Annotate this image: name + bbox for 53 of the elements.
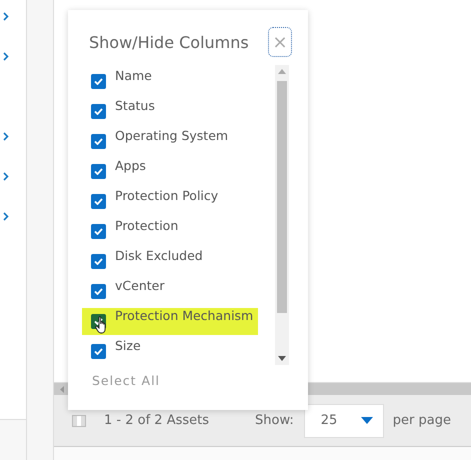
page-size-dropdown[interactable]: 25 (304, 404, 384, 438)
checkmark-icon (94, 348, 103, 355)
column-option[interactable]: Disk Excluded (82, 248, 258, 275)
chevron-right-icon[interactable] (3, 212, 9, 221)
column-option[interactable]: Operating System (82, 128, 258, 155)
column-label: Protection (115, 218, 178, 234)
chevron-right-icon[interactable] (3, 12, 9, 21)
hand-cursor-icon (95, 316, 108, 334)
column-option[interactable]: Protection Policy (82, 188, 258, 215)
column-option[interactable]: vCenter (82, 278, 258, 305)
column-option[interactable]: Protection (82, 218, 258, 245)
checkmark-icon (94, 228, 103, 235)
checkbox[interactable] (91, 254, 106, 269)
checkbox[interactable] (91, 194, 106, 209)
column-option[interactable]: Size (82, 338, 258, 365)
column-option[interactable]: Protection Mechanism (82, 308, 258, 335)
caret-down-icon (360, 417, 373, 424)
column-label: Apps (115, 158, 146, 174)
column-label: Protection Mechanism (115, 308, 254, 324)
show-label: Show: (255, 413, 294, 428)
checkmark-icon (94, 108, 103, 115)
column-option[interactable]: Status (82, 98, 258, 125)
column-option[interactable]: Name (82, 68, 258, 95)
checkmark-icon (94, 288, 103, 295)
dialog-title: Show/Hide Columns (89, 32, 249, 52)
chevron-right-icon[interactable] (3, 132, 9, 141)
checkbox[interactable] (91, 104, 106, 119)
asset-count: 1 - 2 of 2 Assets (104, 413, 210, 428)
checkbox[interactable] (91, 284, 106, 299)
checkbox[interactable] (91, 134, 106, 149)
checkmark-icon (94, 138, 103, 145)
checkmark-icon (94, 258, 103, 265)
column-label: Operating System (115, 128, 228, 144)
column-label: Size (115, 338, 141, 354)
checkmark-icon (94, 198, 103, 205)
checkbox[interactable] (91, 224, 106, 239)
column-label: vCenter (115, 278, 164, 294)
scroll-down-icon[interactable] (278, 356, 286, 361)
column-label: Name (115, 68, 152, 84)
per-page-label: per page (392, 413, 451, 428)
column-option[interactable]: Apps (82, 158, 258, 185)
checkmark-icon (94, 318, 103, 325)
chevron-right-icon[interactable] (3, 52, 9, 61)
column-label: Disk Excluded (115, 248, 203, 264)
checkbox[interactable] (91, 344, 106, 359)
column-label: Protection Policy (115, 188, 218, 204)
chevron-right-icon[interactable] (3, 172, 9, 181)
checkmark-icon (94, 78, 103, 85)
checkbox[interactable] (91, 164, 106, 179)
checkmark-icon (94, 168, 103, 175)
column-label: Status (115, 98, 155, 114)
scrollbar[interactable] (275, 65, 289, 365)
checkbox[interactable] (91, 74, 106, 89)
